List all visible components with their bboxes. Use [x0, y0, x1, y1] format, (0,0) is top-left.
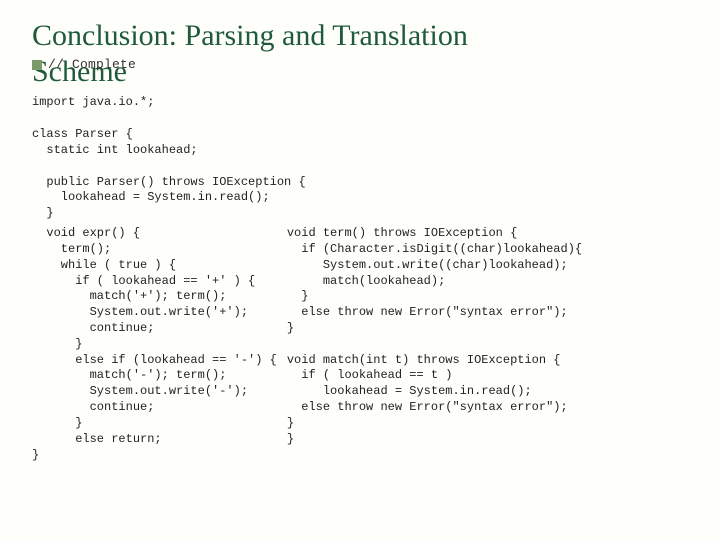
code-left: void expr() { term(); while ( true ) { i… [32, 226, 277, 463]
bullet-overlay-text: // Complete [48, 57, 136, 72]
slide-container: Conclusion: Parsing and Translation Sche… [0, 0, 720, 540]
slide-title-line1: Conclusion: Parsing and Translation [32, 18, 688, 53]
code-top: import java.io.*; class Parser { static … [32, 95, 688, 222]
code-right: void term() throws IOException { if (Cha… [287, 226, 688, 463]
code-columns: void expr() { term(); while ( true ) { i… [32, 226, 688, 463]
bullet-square-icon [32, 60, 42, 70]
title-line2-wrap: Scheme // Complete [32, 55, 688, 89]
bullet-row: // Complete [32, 57, 136, 72]
